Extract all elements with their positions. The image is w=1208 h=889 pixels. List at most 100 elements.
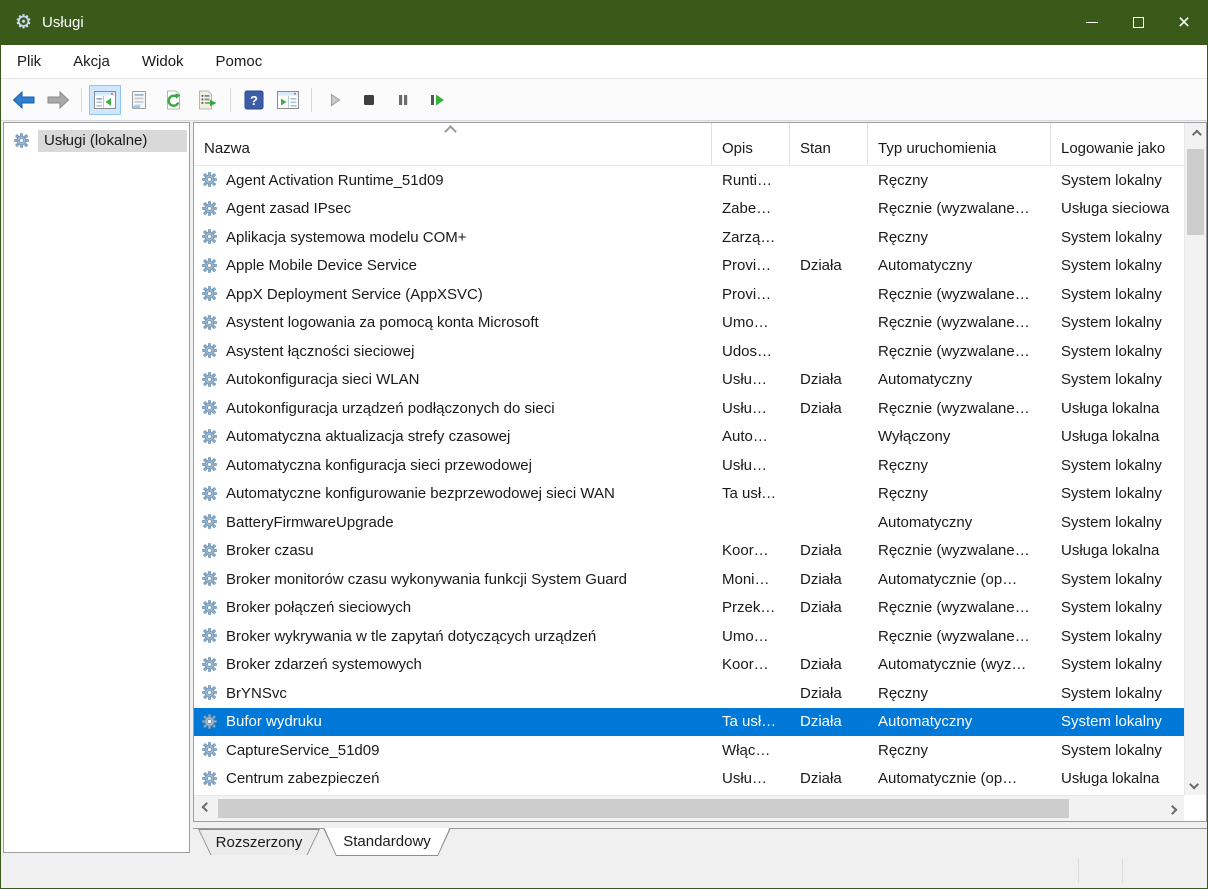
service-typ-cell: Wyłączony — [868, 428, 1051, 445]
extended-view-button[interactable] — [272, 85, 304, 115]
service-row[interactable]: Agent zasad IPsecZabe…Ręcznie (wyzwalane… — [194, 195, 1184, 224]
service-typ-cell: Automatycznie (wyz… — [868, 656, 1051, 673]
service-row[interactable]: Apple Mobile Device ServiceProvi…DziałaA… — [194, 252, 1184, 281]
tab-label: Standardowy — [324, 828, 450, 855]
column-header-nazwa[interactable]: Nazwa — [194, 123, 712, 165]
service-row[interactable]: AppX Deployment Service (AppXSVC)Provi…R… — [194, 280, 1184, 309]
service-stan-cell: Działa — [790, 542, 868, 559]
service-name: CaptureService_51d09 — [226, 742, 379, 759]
maximize-button[interactable] — [1115, 0, 1161, 45]
service-row[interactable]: Autokonfiguracja urządzeń podłączonych d… — [194, 394, 1184, 423]
service-gear-icon — [202, 714, 220, 730]
service-name-cell: Asystent łączności sieciowej — [194, 343, 712, 360]
service-logowanie-cell: System lokalny — [1051, 457, 1184, 474]
service-opis-cell: Koor… — [712, 656, 790, 673]
pause-service-button[interactable] — [387, 85, 419, 115]
menu-item-plik[interactable]: Plik — [1, 45, 57, 78]
service-row[interactable]: Broker połączeń sieciowychPrzek…DziałaRę… — [194, 594, 1184, 623]
service-row[interactable]: Asystent logowania za pomocą konta Micro… — [194, 309, 1184, 338]
show-console-tree-button[interactable] — [89, 85, 121, 115]
service-name-cell: CaptureService_51d09 — [194, 742, 712, 759]
service-logowanie-cell: System lokalny — [1051, 514, 1184, 531]
stop-service-button[interactable] — [353, 85, 385, 115]
restart-service-button[interactable] — [421, 85, 453, 115]
tab-standardowy[interactable]: Standardowy — [323, 828, 451, 856]
service-row[interactable]: Bufor wydrukuTa usł…DziałaAutomatycznySy… — [194, 708, 1184, 737]
service-row[interactable]: Automatyczna aktualizacja strefy czasowe… — [194, 423, 1184, 452]
service-opis-cell: Zarzą… — [712, 229, 790, 246]
service-typ-cell: Ręczny — [868, 172, 1051, 189]
service-row[interactable]: Agent Activation Runtime_51d09Runti…Ręcz… — [194, 166, 1184, 195]
refresh-button[interactable] — [157, 85, 189, 115]
service-logowanie-cell: System lokalny — [1051, 485, 1184, 502]
export-list-button[interactable] — [191, 85, 223, 115]
service-row[interactable]: Broker wykrywania w tle zapytań dotycząc… — [194, 622, 1184, 651]
service-gear-icon — [202, 600, 220, 616]
service-typ-cell: Ręcznie (wyzwalane… — [868, 286, 1051, 303]
horizontal-scrollbar-thumb[interactable] — [218, 799, 1069, 818]
minimize-button[interactable] — [1069, 0, 1115, 45]
scroll-left-button[interactable] — [196, 796, 216, 821]
service-opis-cell: Ta usł… — [712, 485, 790, 502]
service-opis-cell: Ta usł… — [712, 713, 790, 730]
menu-item-widok[interactable]: Widok — [126, 45, 200, 78]
service-name: Agent Activation Runtime_51d09 — [226, 172, 444, 189]
service-row[interactable]: BrYNSvcDziałaRęcznySystem lokalny — [194, 679, 1184, 708]
service-row[interactable]: Asystent łączności sieciowejUdos…Ręcznie… — [194, 337, 1184, 366]
column-header-logowanie-jako[interactable]: Logowanie jako — [1051, 123, 1184, 165]
service-logowanie-cell: Usługa lokalna — [1051, 542, 1184, 559]
service-opis-cell: Przek… — [712, 599, 790, 616]
service-opis-cell: Koor… — [712, 542, 790, 559]
service-row[interactable]: Autokonfiguracja sieci WLANUsłu…DziałaAu… — [194, 366, 1184, 395]
back-icon — [11, 90, 37, 110]
menu-item-akcja[interactable]: Akcja — [57, 45, 126, 78]
service-opis-cell: Umo… — [712, 314, 790, 331]
toolbar-separator — [311, 88, 312, 112]
service-name-cell: Autokonfiguracja urządzeń podłączonych d… — [194, 400, 712, 417]
properties-button[interactable] — [123, 85, 155, 115]
service-gear-icon — [202, 657, 220, 673]
help-button[interactable]: ? — [238, 85, 270, 115]
service-rows: Agent Activation Runtime_51d09Runti…Ręcz… — [194, 166, 1184, 793]
service-logowanie-cell: System lokalny — [1051, 172, 1184, 189]
service-row[interactable]: CaptureService_51d09Włąc…RęcznySystem lo… — [194, 736, 1184, 765]
column-header-typ-uruchomienia[interactable]: Typ uruchomienia — [868, 123, 1051, 165]
start-service-button[interactable] — [319, 85, 351, 115]
column-header-label: Stan — [800, 140, 831, 157]
service-opis-cell: Zabe… — [712, 200, 790, 217]
service-name-cell: Broker zdarzeń systemowych — [194, 656, 712, 673]
service-logowanie-cell: System lokalny — [1051, 656, 1184, 673]
scroll-down-button[interactable] — [1185, 775, 1206, 793]
service-row[interactable]: Automatyczne konfigurowanie bezprzewodow… — [194, 480, 1184, 509]
scroll-up-button[interactable] — [1185, 125, 1206, 143]
back-button[interactable] — [8, 85, 40, 115]
close-button[interactable]: × — [1161, 0, 1207, 45]
service-name: Broker czasu — [226, 542, 314, 559]
service-row[interactable]: Automatyczna konfiguracja sieci przewodo… — [194, 451, 1184, 480]
horizontal-scrollbar[interactable] — [194, 795, 1184, 821]
tree-item-uslugi-lokalne[interactable]: Usługi (lokalne) — [6, 128, 187, 154]
service-row[interactable]: Centrum zabezpieczeńUsłu…DziałaAutomatyc… — [194, 765, 1184, 794]
svg-text:?: ? — [250, 93, 258, 108]
scroll-right-button[interactable] — [1162, 796, 1182, 821]
service-row[interactable]: BatteryFirmwareUpgradeAutomatycznySystem… — [194, 508, 1184, 537]
service-row[interactable]: Aplikacja systemowa modelu COM+Zarzą…Ręc… — [194, 223, 1184, 252]
service-row[interactable]: Broker czasuKoor…DziałaRęcznie (wyzwalan… — [194, 537, 1184, 566]
vertical-scrollbar[interactable] — [1184, 123, 1206, 795]
service-gear-icon — [202, 172, 220, 188]
service-opis-cell: Usłu… — [712, 770, 790, 787]
service-row[interactable]: Broker monitorów czasu wykonywania funkc… — [194, 565, 1184, 594]
menu-item-pomoc[interactable]: Pomoc — [200, 45, 279, 78]
vertical-scrollbar-thumb[interactable] — [1187, 149, 1204, 235]
service-opis-cell: Udos… — [712, 343, 790, 360]
service-gear-icon — [202, 685, 220, 701]
column-header-opis[interactable]: Opis — [712, 123, 790, 165]
tab-rozszerzony[interactable]: Rozszerzony — [198, 829, 320, 856]
forward-button[interactable] — [42, 85, 74, 115]
service-name-cell: Centrum zabezpieczeń — [194, 770, 712, 787]
forward-icon — [45, 90, 71, 110]
toolbar-separator — [81, 88, 82, 112]
column-header-stan[interactable]: Stan — [790, 123, 868, 165]
service-row[interactable]: Broker zdarzeń systemowychKoor…DziałaAut… — [194, 651, 1184, 680]
services-app-icon: ⚙ — [15, 13, 32, 32]
